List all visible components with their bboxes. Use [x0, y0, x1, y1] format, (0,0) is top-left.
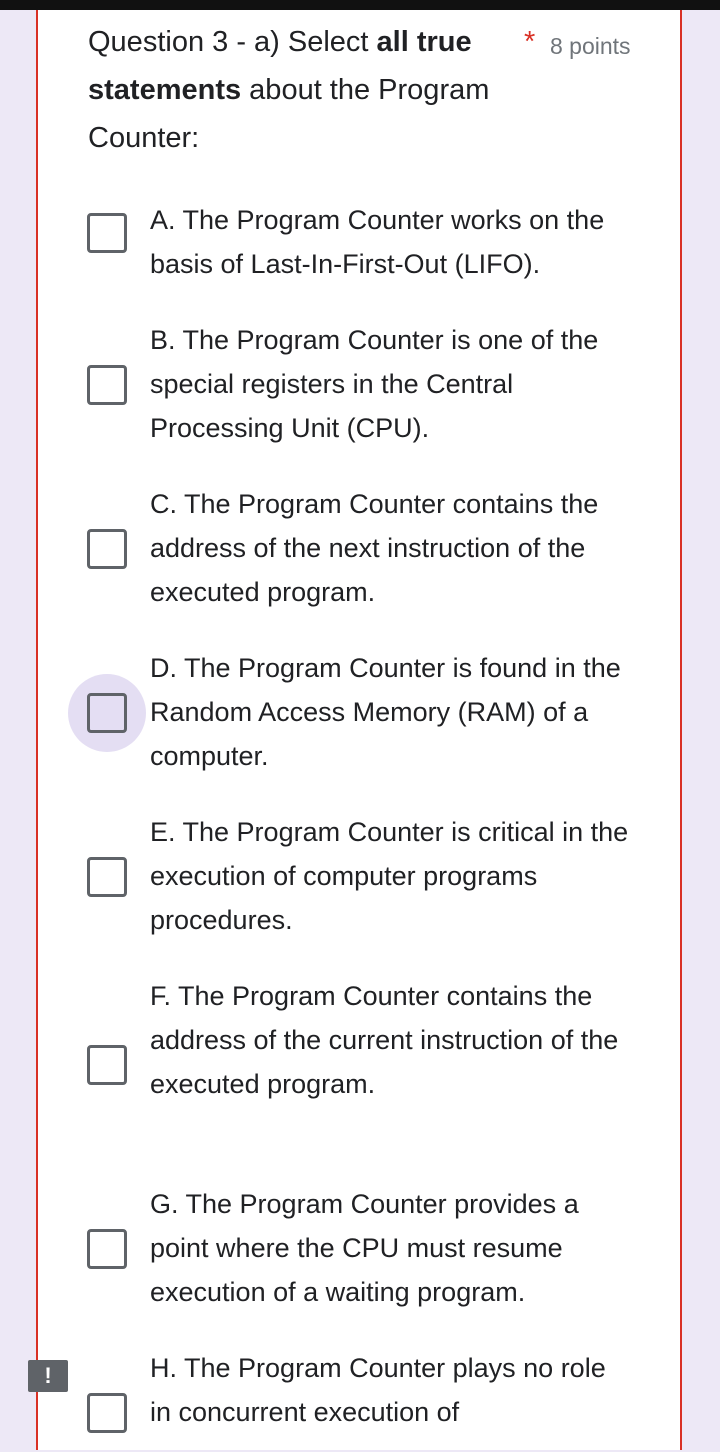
- checkbox-a[interactable]: [87, 213, 127, 253]
- checkbox-container[interactable]: [68, 194, 146, 272]
- option-d-label[interactable]: D. The Program Counter is found in the R…: [150, 646, 630, 778]
- option-h-label[interactable]: H. The Program Counter plays no role in …: [150, 1346, 630, 1434]
- option-a-label[interactable]: A. The Program Counter works on the basi…: [150, 198, 630, 286]
- option-c-label[interactable]: C. The Program Counter contains the addr…: [150, 482, 630, 614]
- top-status-bar: [0, 0, 720, 10]
- checkbox-e[interactable]: [87, 857, 127, 897]
- checkbox-h[interactable]: [87, 1393, 127, 1433]
- option-f-label[interactable]: F. The Program Counter contains the addr…: [150, 974, 630, 1106]
- checkbox-focus-ring[interactable]: [68, 674, 146, 752]
- checkbox-c[interactable]: [87, 529, 127, 569]
- checkbox-f[interactable]: [87, 1045, 127, 1085]
- checkbox-d[interactable]: [87, 693, 127, 733]
- required-asterisk: *: [524, 26, 536, 58]
- checkbox-container[interactable]: [68, 510, 146, 588]
- points-label: 8 points: [550, 33, 631, 59]
- question-card: Question 3 - a) Select all true statemen…: [36, 10, 682, 1450]
- checkbox-container[interactable]: [68, 1210, 146, 1288]
- option-b-label[interactable]: B. The Program Counter is one of the spe…: [150, 318, 630, 450]
- checkbox-container[interactable]: [68, 1026, 146, 1104]
- question-text-bold-all-true: all true: [376, 26, 472, 58]
- checkbox-container[interactable]: [68, 838, 146, 916]
- checkbox-g[interactable]: [87, 1229, 127, 1269]
- question-title: Question 3 - a) Select all true statemen…: [88, 18, 528, 162]
- option-g-label[interactable]: G. The Program Counter provides a point …: [150, 1182, 630, 1314]
- checkbox-b[interactable]: [87, 365, 127, 405]
- option-e-label[interactable]: E. The Program Counter is critical in th…: [150, 810, 630, 942]
- question-text-prefix: Question 3 - a) Select: [88, 26, 377, 58]
- checkbox-container[interactable]: [68, 1374, 146, 1452]
- question-text-bold-statements: statements: [88, 74, 242, 106]
- checkbox-container[interactable]: [68, 346, 146, 424]
- error-flag-icon: !: [28, 1360, 68, 1392]
